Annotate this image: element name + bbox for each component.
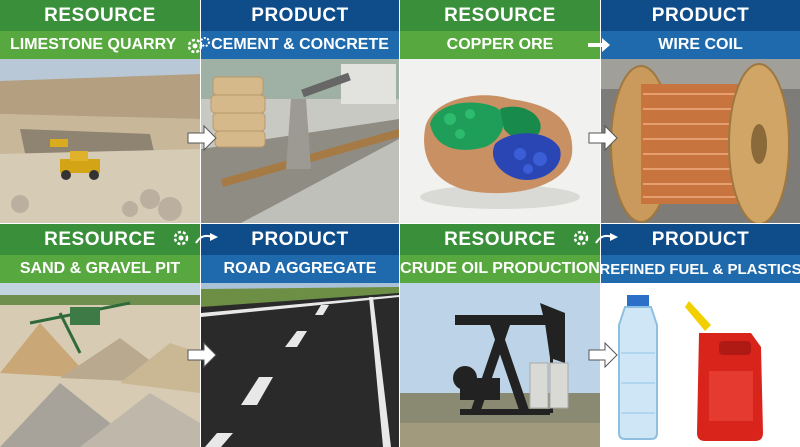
road-image: [201, 283, 399, 447]
sand-gravel-image: [0, 283, 200, 447]
panel-title: COPPER ORE: [400, 31, 600, 59]
arrow-right-icon: [187, 124, 217, 152]
panel-title: LIMESTONE QUARRY: [0, 31, 200, 59]
panel-copper-ore: RESOURCE COPPER ORE: [400, 0, 600, 223]
copper-ore-image: [400, 59, 600, 223]
panel-title: REFINED FUEL & PLASTICS: [601, 255, 800, 283]
panel-header: PRODUCT: [601, 0, 800, 31]
panel-header: RESOURCE: [400, 224, 600, 255]
panel-cement-concrete: PRODUCT CEMENT & CONCRETE: [201, 0, 399, 223]
panel-header: RESOURCE: [400, 0, 600, 31]
panel-header: RESOURCE: [0, 224, 200, 255]
quarry-image: [0, 59, 200, 223]
fuel-plastics-image: [601, 283, 800, 447]
resource-product-board: RESOURCE LIMESTONE QUARRY PRODUCT CEMENT…: [0, 0, 800, 447]
arrow-right-icon: [195, 233, 218, 244]
panel-wire-coil: PRODUCT WIRE COIL: [601, 0, 800, 223]
panel-header: PRODUCT: [601, 224, 800, 255]
panel-header: RESOURCE: [0, 0, 200, 31]
arrow-right-icon: [187, 341, 217, 369]
panel-road-aggregate: PRODUCT ROAD AGGREGATE: [201, 224, 399, 447]
panel-limestone-quarry: RESOURCE LIMESTONE QUARRY: [0, 0, 200, 223]
panel-header: PRODUCT: [201, 224, 399, 255]
cement-image: [201, 59, 399, 223]
oil-pump-image: [400, 283, 600, 447]
panel-title: CEMENT & CONCRETE: [201, 31, 399, 59]
panel-refined-fuel-plastics: PRODUCT REFINED FUEL & PLASTICS: [601, 224, 800, 447]
arrow-right-icon: [595, 233, 618, 244]
panel-sand-gravel-pit: RESOURCE SAND & GRAVEL PIT: [0, 224, 200, 447]
wire-coil-image: [601, 59, 800, 223]
gear-icon: [187, 37, 210, 54]
arrow-right-icon: [588, 124, 618, 152]
panel-title: SAND & GRAVEL PIT: [0, 255, 200, 283]
arrow-right-icon: [588, 38, 610, 52]
panel-header: PRODUCT: [201, 0, 399, 31]
arrow-right-icon: [588, 341, 618, 369]
panel-crude-oil-production: RESOURCE CRUDE OIL PRODUCTION: [400, 224, 600, 447]
panel-title: WIRE COIL: [601, 31, 800, 59]
panel-title: CRUDE OIL PRODUCTION: [400, 255, 600, 283]
panel-title: ROAD AGGREGATE: [201, 255, 399, 283]
